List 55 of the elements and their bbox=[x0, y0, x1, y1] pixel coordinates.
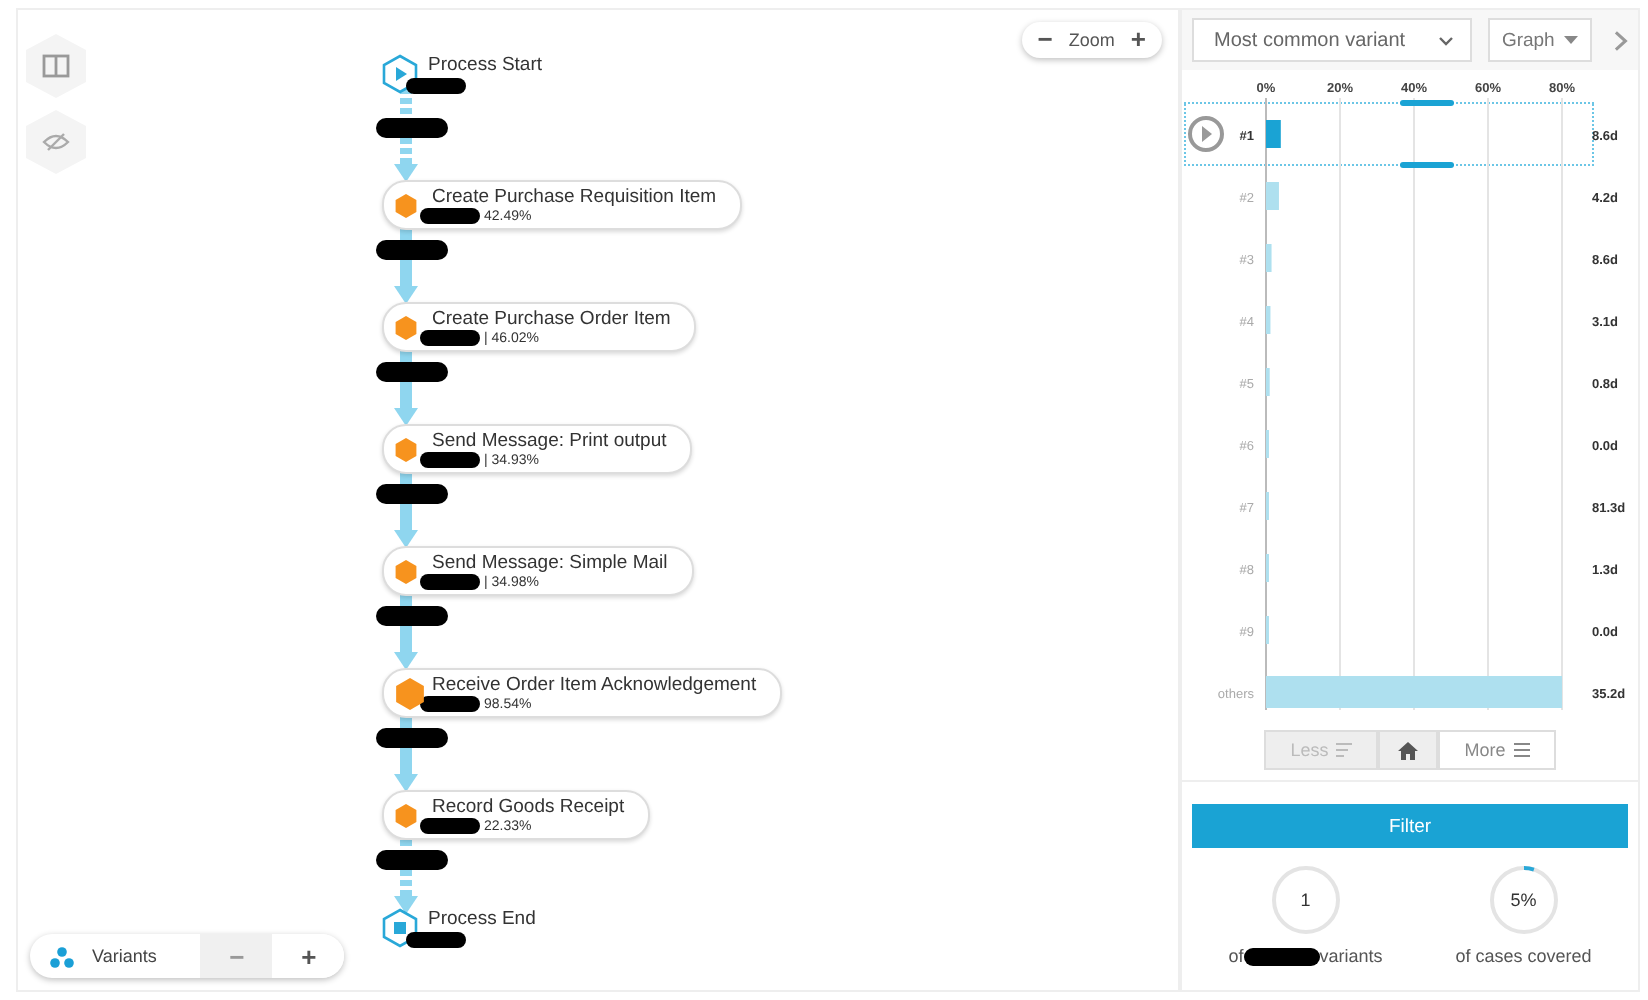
stat-value: 5% bbox=[1510, 890, 1537, 910]
variants-increase-button[interactable]: + bbox=[272, 934, 345, 978]
redaction-mark bbox=[376, 484, 448, 504]
activity-label: Send Message: Print output bbox=[432, 430, 667, 452]
redaction-mark bbox=[406, 932, 466, 948]
variant-dropdown[interactable]: Most common variant bbox=[1192, 18, 1472, 62]
redaction-mark bbox=[420, 452, 480, 468]
sort-lines-icon bbox=[1336, 742, 1353, 758]
redaction-mark bbox=[420, 696, 480, 712]
redaction-mark bbox=[420, 818, 480, 834]
redaction-mark bbox=[406, 78, 466, 94]
more-button[interactable]: More bbox=[1438, 730, 1556, 770]
hidden-eye-icon bbox=[42, 132, 70, 152]
split-view-icon bbox=[42, 54, 70, 78]
caret-icon bbox=[1564, 36, 1579, 44]
stat-value: 1 bbox=[1300, 890, 1311, 910]
activity-label: Create Purchase Order Item bbox=[432, 308, 671, 330]
play-icon[interactable] bbox=[1188, 116, 1224, 152]
redaction-mark bbox=[376, 118, 448, 138]
zoom-out-button[interactable]: − bbox=[1033, 26, 1057, 54]
redaction-mark bbox=[376, 850, 448, 870]
redaction-mark bbox=[420, 208, 480, 224]
variant-bar[interactable] bbox=[1266, 120, 1281, 148]
resize-handle[interactable] bbox=[1400, 100, 1454, 106]
home-button[interactable] bbox=[1378, 730, 1439, 770]
terminal-label: Process End bbox=[428, 908, 536, 930]
variant-bar[interactable] bbox=[1266, 676, 1562, 708]
redaction-mark bbox=[376, 728, 448, 748]
activity-label: Record Goods Receipt bbox=[432, 796, 625, 818]
resize-handle[interactable] bbox=[1400, 162, 1454, 168]
activity-label: Create Purchase Requisition Item bbox=[432, 186, 717, 208]
chevron-right-icon[interactable] bbox=[1614, 29, 1628, 51]
variant-bar[interactable] bbox=[1266, 244, 1272, 272]
redaction-mark bbox=[376, 362, 448, 382]
variants-icon bbox=[50, 945, 74, 967]
home-icon bbox=[1398, 741, 1419, 759]
redaction-mark bbox=[1243, 947, 1320, 965]
redaction-mark bbox=[420, 574, 480, 590]
stat-caption: of cases covered bbox=[1455, 946, 1592, 966]
terminal-label: Process Start bbox=[428, 54, 543, 76]
sort-lines-icon bbox=[1513, 742, 1530, 758]
variants-label: Variants bbox=[92, 946, 157, 966]
variant-bar[interactable] bbox=[1266, 182, 1279, 210]
redaction-mark bbox=[420, 330, 480, 346]
redaction-mark bbox=[376, 606, 448, 626]
zoom-in-button[interactable]: + bbox=[1126, 26, 1150, 54]
graph-view-button[interactable]: Graph bbox=[1487, 18, 1593, 62]
chevron-down-icon bbox=[1437, 35, 1454, 45]
activity-label: Send Message: Simple Mail bbox=[432, 552, 668, 574]
stat-caption: of bbox=[1228, 946, 1244, 966]
redaction-mark bbox=[376, 240, 448, 260]
activity-label: Receive Order Item Acknowledgement bbox=[432, 674, 757, 696]
variant-bar[interactable] bbox=[1266, 306, 1271, 334]
zoom-label: Zoom bbox=[1068, 30, 1115, 50]
stat-caption: variants bbox=[1319, 946, 1383, 966]
